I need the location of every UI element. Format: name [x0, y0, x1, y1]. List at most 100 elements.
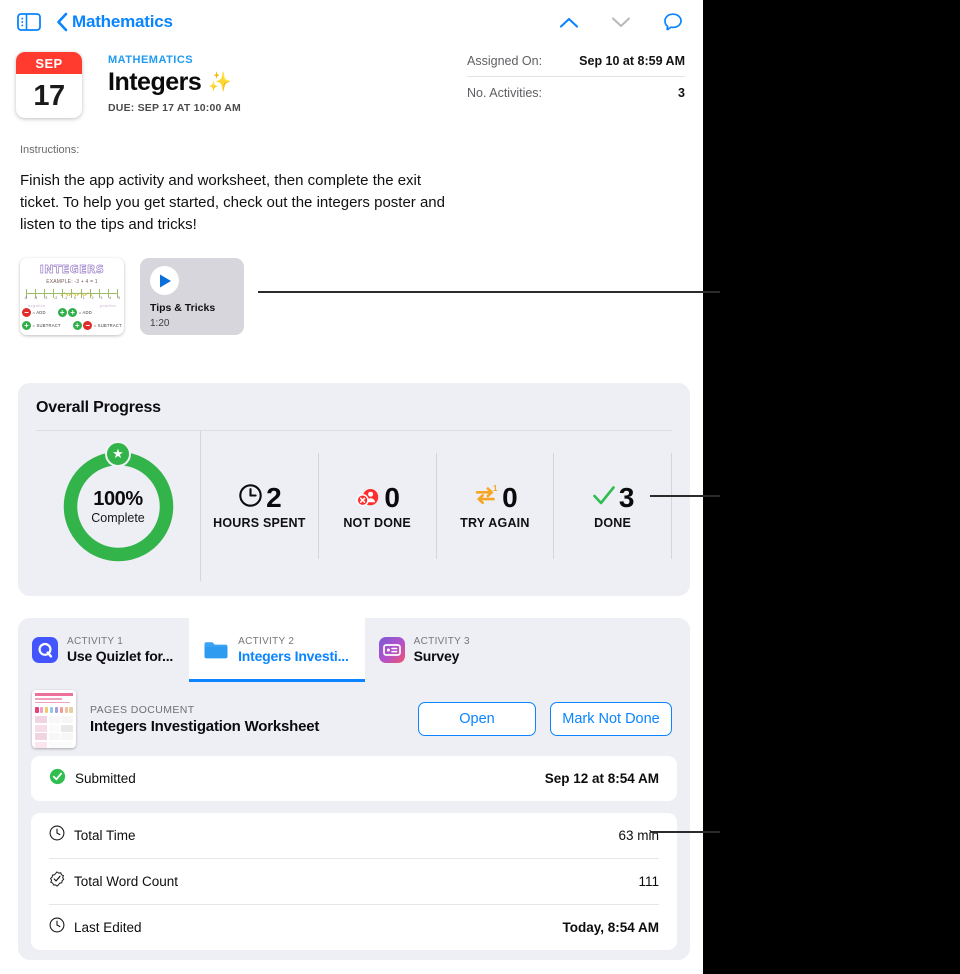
stat-label: TRY AGAIN: [460, 516, 529, 530]
stat-hours-spent: 2 HOURS SPENT: [201, 482, 318, 530]
submitted-check-icon: [49, 768, 66, 790]
clock-icon: [49, 825, 65, 846]
document-title: Integers Investigation Worksheet: [90, 718, 404, 735]
detail-row-word-count: Total Word Count 111: [31, 859, 677, 904]
vertical-divider: [671, 453, 672, 559]
tab-text: ACTIVITY 2 Integers Investi...: [238, 636, 349, 664]
detail-label: Last Edited: [74, 920, 142, 935]
submitted-left: Submitted: [49, 768, 136, 790]
document-info: PAGES DOCUMENT Integers Investigation Wo…: [90, 704, 404, 735]
stat-label: NOT DONE: [343, 516, 411, 530]
progress-percent: 100%: [93, 488, 143, 511]
assignment-info-panel: Assigned On: Sep 10 at 8:59 AM No. Activ…: [467, 52, 685, 108]
stat-done: 3 DONE: [554, 482, 671, 530]
open-button[interactable]: Open: [418, 702, 536, 736]
word-count-icon: [49, 871, 65, 892]
poster-heading: INTEGERS: [20, 263, 124, 276]
right-gutter: [703, 0, 960, 974]
chevron-up-icon[interactable]: [557, 10, 581, 34]
assignment-detail-view: Mathematics: [0, 0, 703, 974]
clock-icon: [238, 483, 263, 513]
stat-value-row: 2: [238, 482, 281, 514]
instructions-label: Instructions:: [20, 144, 687, 156]
stat-label: HOURS SPENT: [213, 516, 306, 530]
play-icon[interactable]: [150, 266, 179, 295]
sparkles-icon: ✨: [208, 73, 231, 92]
tab-kicker: ACTIVITY 1: [67, 636, 173, 647]
stat-value-row: 0: [355, 482, 399, 514]
tips-and-tricks-video-attachment[interactable]: Tips & Tricks 1:20: [140, 258, 244, 335]
navigation-bar: Mathematics: [0, 0, 703, 44]
calendar-day: 17: [16, 74, 82, 118]
overall-progress-card: Overall Progress 100% Complete ★: [18, 383, 690, 596]
progress-stats: 2 HOURS SPENT: [201, 431, 672, 581]
overall-progress-body: 100% Complete ★: [36, 431, 672, 581]
info-value: 3: [678, 86, 685, 100]
tab-activity-1[interactable]: ACTIVITY 1 Use Quizlet for...: [18, 618, 189, 682]
tab-title: Survey: [414, 648, 470, 664]
detail-label: Total Word Count: [74, 874, 178, 889]
assignment-title-text: Integers: [108, 68, 201, 97]
chevron-down-icon[interactable]: [609, 10, 633, 34]
poster-rule-text: = ADD: [79, 310, 92, 315]
callout-line-progress: [650, 495, 720, 497]
plus-chip-icon: +: [73, 321, 82, 330]
sidebar-toggle-icon[interactable]: [16, 12, 42, 32]
submitted-label: Submitted: [75, 771, 136, 786]
detail-row-total-time: Total Time 63 min: [31, 813, 677, 858]
poster-rule-text: = ADD: [33, 310, 46, 315]
info-row-no-activities: No. Activities: 3: [467, 76, 685, 108]
info-label: Assigned On:: [467, 54, 542, 68]
speech-bubble-icon[interactable]: [661, 10, 685, 34]
overall-progress-heading: Overall Progress: [36, 399, 672, 430]
navbar-left-group: Mathematics: [16, 12, 173, 32]
tab-kicker: ACTIVITY 3: [414, 636, 470, 647]
stat-not-done: 0 NOT DONE: [319, 482, 436, 530]
plus-chip-icon: +: [22, 321, 31, 330]
document-actions: Open Mark Not Done: [418, 702, 672, 736]
checkmark-icon: [592, 483, 616, 513]
stat-value: 3: [619, 482, 634, 514]
tab-title: Use Quizlet for...: [67, 648, 173, 664]
poster-rules: −= ADD ++= ADD += SUBTRACT +−= SUBTRACT: [22, 306, 122, 332]
stat-try-again: 1 0 TRY AGAIN: [437, 482, 554, 530]
submission-status-panel: Submitted Sep 12 at 8:54 AM: [31, 756, 677, 801]
activities-card: ACTIVITY 1 Use Quizlet for... ACTIVITY 2…: [18, 618, 690, 960]
detail-left: Last Edited: [49, 917, 142, 938]
back-button[interactable]: Mathematics: [56, 12, 173, 32]
assignment-subject: MATHEMATICS: [108, 54, 241, 66]
document-kicker: PAGES DOCUMENT: [90, 704, 404, 716]
svg-text:1: 1: [493, 484, 498, 493]
attachments-row: INTEGERS EXAMPLE: -3 + 4 = 1 -5-4-3-2-10…: [0, 236, 703, 335]
not-done-icon: [355, 483, 381, 513]
poster-rule-text: = SUBTRACT: [33, 323, 61, 328]
plus-chip-icon: +: [68, 308, 77, 317]
tab-text: ACTIVITY 1 Use Quizlet for...: [67, 636, 173, 664]
star-icon: ★: [105, 441, 131, 467]
info-row-assigned-on: Assigned On: Sep 10 at 8:59 AM: [467, 52, 685, 76]
page-title: Integers ✨: [108, 68, 241, 97]
assignment-meta: MATHEMATICS Integers ✨ DUE: SEP 17 AT 10…: [108, 52, 241, 114]
progress-ring: 100% Complete ★: [59, 447, 178, 566]
submitted-row: Submitted Sep 12 at 8:54 AM: [31, 756, 677, 801]
screenshot-root: Mathematics: [0, 0, 960, 974]
video-duration: 1:20: [150, 318, 169, 329]
document-row: PAGES DOCUMENT Integers Investigation Wo…: [18, 682, 690, 756]
tab-activity-2[interactable]: ACTIVITY 2 Integers Investi...: [189, 618, 365, 682]
back-button-label: Mathematics: [72, 12, 173, 32]
activity-tabs: ACTIVITY 1 Use Quizlet for... ACTIVITY 2…: [18, 618, 690, 682]
assignment-due-date: DUE: SEP 17 AT 10:00 AM: [108, 102, 241, 114]
poster-rule-row: −= ADD ++= ADD: [22, 306, 122, 319]
folder-icon: [203, 637, 229, 663]
minus-chip-icon: −: [22, 308, 31, 317]
integers-poster-attachment[interactable]: INTEGERS EXAMPLE: -3 + 4 = 1 -5-4-3-2-10…: [20, 258, 124, 335]
poster-number-line: [26, 293, 118, 294]
mark-not-done-button[interactable]: Mark Not Done: [550, 702, 672, 736]
pages-document-thumbnail[interactable]: [32, 690, 76, 748]
detail-value: Today, 8:54 AM: [562, 920, 659, 935]
tab-activity-3[interactable]: ACTIVITY 3 Survey: [365, 618, 486, 682]
submitted-date: Sep 12 at 8:54 AM: [545, 771, 659, 786]
detail-label: Total Time: [74, 828, 136, 843]
callout-line-total-time: [650, 831, 720, 833]
poster-number-labels: -5-4-3-2-1012345: [24, 296, 120, 300]
